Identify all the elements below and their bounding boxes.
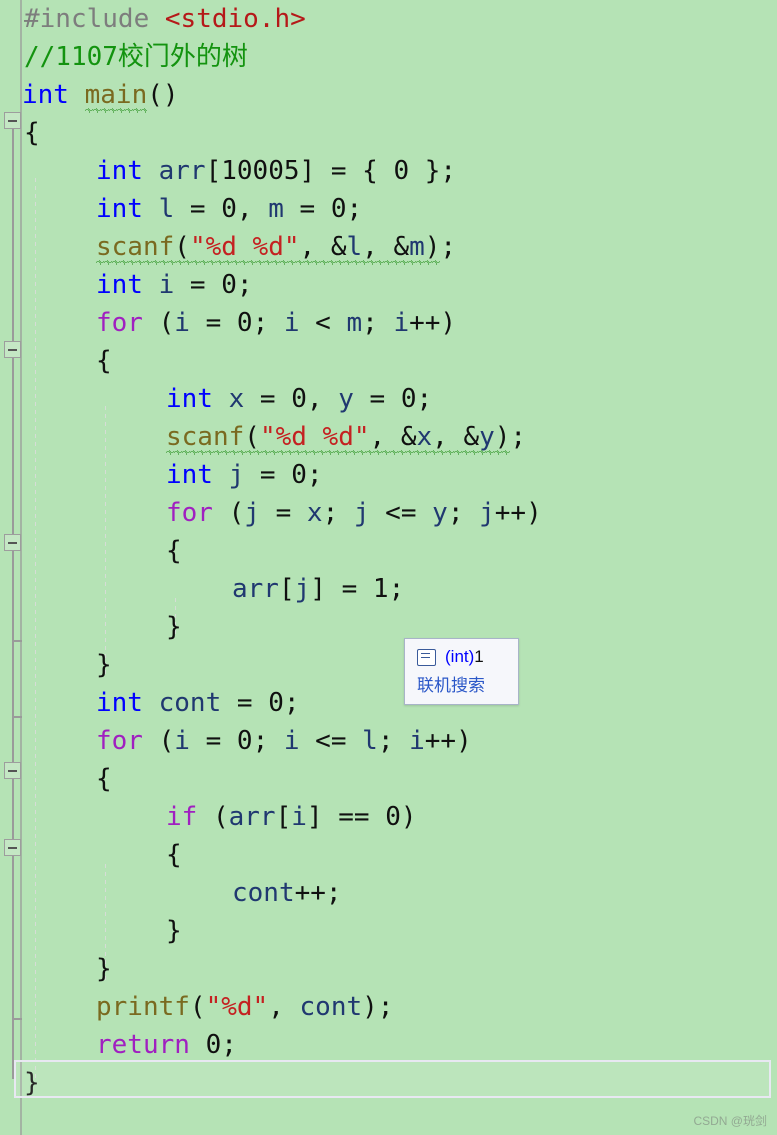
code-line[interactable]: } <box>0 912 777 950</box>
code-line[interactable]: arr[j] = 1; <box>0 570 777 608</box>
code-line[interactable]: int i = 0; <box>0 266 777 304</box>
code-line[interactable]: int x = 0, y = 0; <box>0 380 777 418</box>
code-editor[interactable]: #include <stdio.h> //1107校门外的树 int main(… <box>0 0 777 1135</box>
token-function-main: main <box>84 76 147 114</box>
code-line[interactable]: for (j = x; j <= y; j++) <box>0 494 777 532</box>
tooltip-value-row: (int)1 <box>417 647 504 667</box>
code-line[interactable]: #include <stdio.h> <box>0 0 777 38</box>
token-comment: //1107校门外的树 <box>24 42 248 72</box>
code-line[interactable]: scanf("%d %d", &x, &y); <box>0 418 777 456</box>
field-icon <box>417 648 436 666</box>
token-header: <stdio.h> <box>164 4 306 34</box>
quick-info-tooltip[interactable]: (int)1 联机搜索 <box>404 638 519 705</box>
code-line[interactable]: { <box>0 760 777 798</box>
code-line[interactable]: //1107校门外的树 <box>0 38 777 76</box>
code-line[interactable]: int arr[10005] = { 0 }; <box>0 152 777 190</box>
code-line[interactable]: { <box>0 836 777 874</box>
code-line[interactable]: { <box>0 532 777 570</box>
code-line[interactable]: { <box>0 114 777 152</box>
code-line[interactable]: int cont = 0; <box>0 684 777 722</box>
code-line[interactable]: } <box>0 608 777 646</box>
code-line[interactable]: scanf("%d %d", &l, &m); <box>0 228 777 266</box>
code-line[interactable]: printf("%d", cont); <box>0 988 777 1026</box>
code-line[interactable]: return 0; <box>0 1026 777 1064</box>
code-line[interactable]: } <box>0 646 777 684</box>
tooltip-type: (int) <box>445 647 475 666</box>
code-line[interactable]: int main() <box>0 76 777 114</box>
token-call-scanf-1: scanf("%d %d", &l, &m) <box>96 228 441 266</box>
code-line[interactable]: int l = 0, m = 0; <box>0 190 777 228</box>
token-call-scanf-2: scanf("%d %d", &x, &y) <box>166 418 511 456</box>
code-line[interactable]: for (i = 0; i < m; i++) <box>0 304 777 342</box>
tooltip-value-text: (int)1 <box>445 647 484 667</box>
code-line[interactable]: } <box>0 950 777 988</box>
code-line[interactable]: int j = 0; <box>0 456 777 494</box>
tooltip-value: 1 <box>474 647 484 666</box>
watermark: CSDN @珖剑 <box>693 1114 767 1128</box>
code-line[interactable]: cont++; <box>0 874 777 912</box>
token-preprocessor: #include <box>24 4 150 34</box>
code-text-area[interactable]: #include <stdio.h> //1107校门外的树 int main(… <box>0 0 777 1102</box>
current-line-highlight <box>14 1060 771 1098</box>
code-line[interactable]: for (i = 0; i <= l; i++) <box>0 722 777 760</box>
code-line[interactable]: if (arr[i] == 0) <box>0 798 777 836</box>
code-line[interactable]: { <box>0 342 777 380</box>
search-online-link[interactable]: 联机搜索 <box>417 671 504 696</box>
